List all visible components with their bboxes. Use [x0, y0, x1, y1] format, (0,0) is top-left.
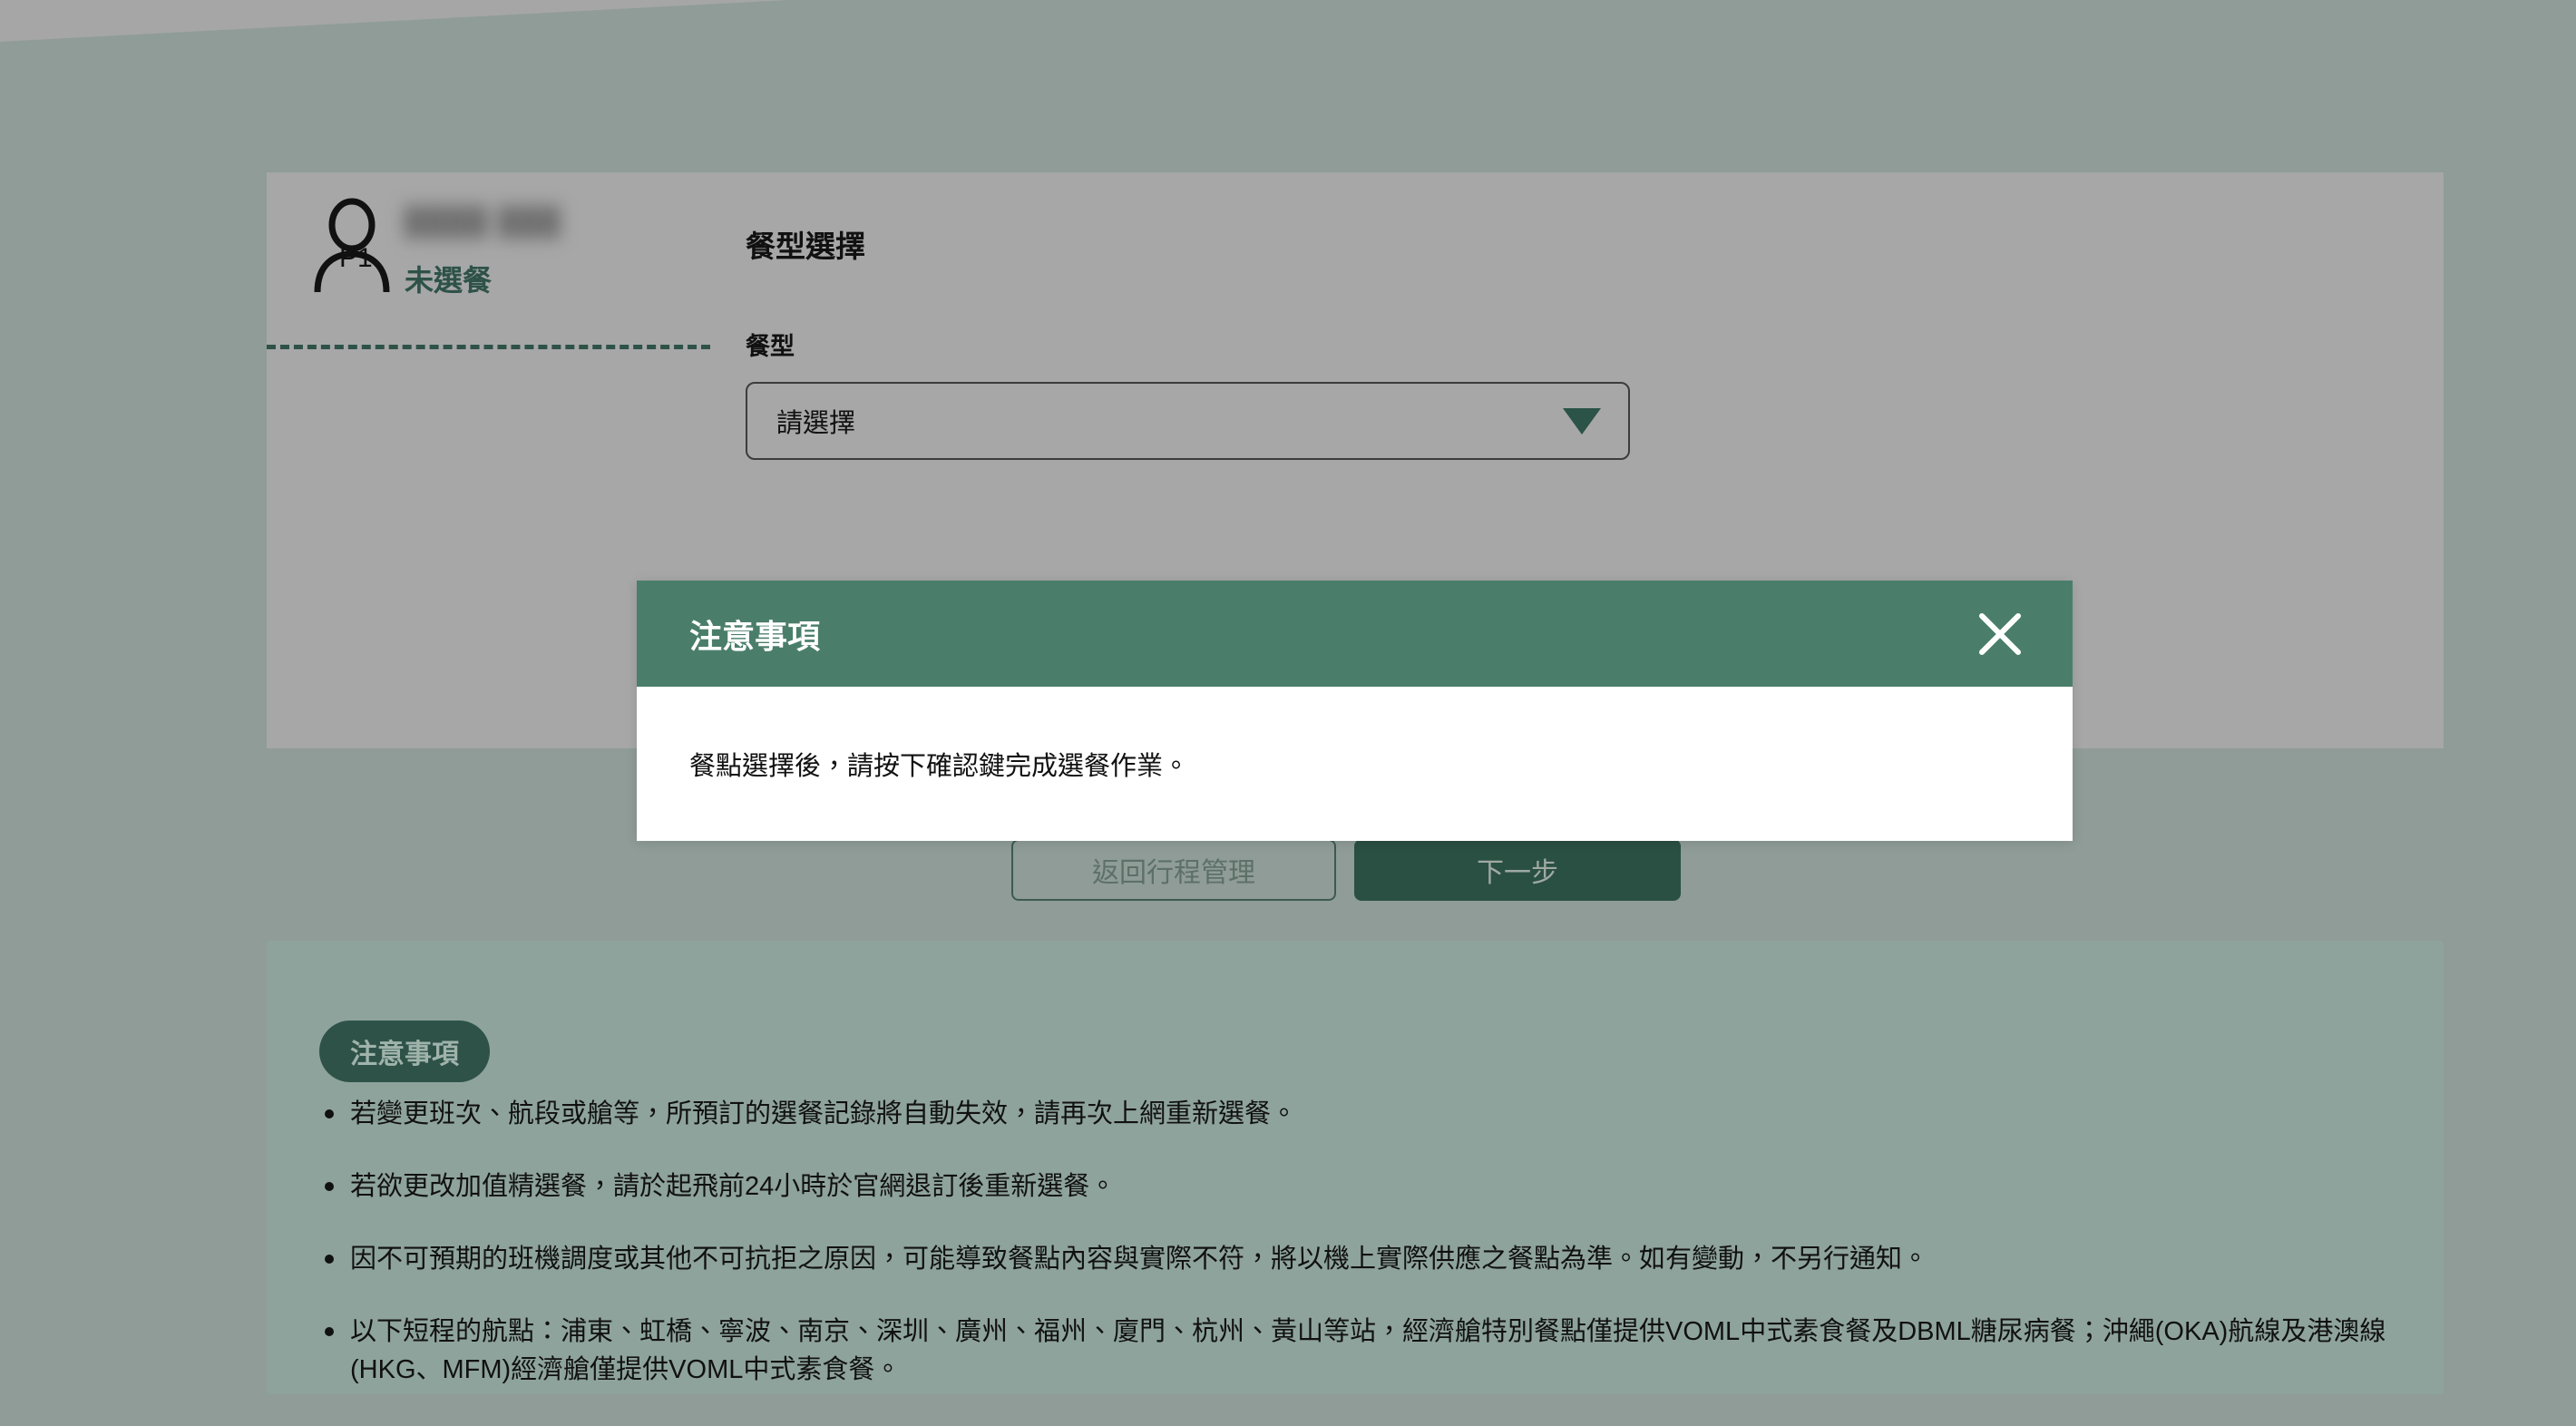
list-item: 若變更班次、航段或艙等，所預訂的選餐記錄將自動失效，請再次上網重新選餐。 [319, 1095, 2407, 1133]
notice-modal-header: 注意事項 [637, 581, 2073, 687]
next-step-button[interactable]: 下一步 [1354, 839, 1681, 901]
chevron-down-icon [1563, 407, 1601, 435]
passenger-avatar-icon: P1 [308, 198, 395, 298]
passenger-summary[interactable]: P1 ████ ███ 未選餐 [267, 172, 710, 340]
meal-type-select-value: 請選擇 [776, 409, 856, 438]
list-item: 因不可預期的班機調度或其他不可抗拒之原因，可能導致餐點內容與實際不符，將以機上實… [319, 1240, 2407, 1278]
notice-modal: 注意事項 餐點選擇後，請按下確認鍵完成選餐作業。 [637, 581, 2073, 841]
notices-panel: 注意事項 若變更班次、航段或艙等，所預訂的選餐記錄將自動失效，請再次上網重新選餐… [267, 941, 2444, 1394]
meal-type-section: 餐型選擇 餐型 請選擇 [746, 172, 2288, 460]
notice-modal-title: 注意事項 [689, 617, 821, 655]
passenger-name-masked: ████ ███ [405, 207, 562, 237]
back-to-trip-management-button[interactable]: 返回行程管理 [1011, 839, 1336, 901]
meal-type-label: 餐型 [746, 333, 795, 360]
close-icon[interactable] [1975, 609, 2025, 659]
page-title: 餐型選擇 [746, 230, 865, 263]
passenger-details: ████ ███ 未選餐 [405, 198, 586, 299]
form-actions: 返回行程管理 下一步 [1011, 839, 1681, 901]
list-item: 若欲更改加值精選餐，請於起飛前24小時於官網退訂後重新選餐。 [319, 1167, 2407, 1206]
notices-list: 若變更班次、航段或艙等，所預訂的選餐記錄將自動失效，請再次上網重新選餐。 若欲更… [319, 1095, 2407, 1423]
passenger-divider [267, 345, 710, 349]
notices-badge: 注意事項 [319, 1021, 490, 1082]
meal-type-select[interactable]: 請選擇 [746, 382, 1630, 460]
decorative-corner-wedge [0, 0, 789, 42]
notice-modal-body: 餐點選擇後，請按下確認鍵完成選餐作業。 [637, 687, 2073, 841]
passenger-meal-status: 未選餐 [405, 264, 493, 297]
notice-modal-text: 餐點選擇後，請按下確認鍵完成選餐作業。 [689, 752, 1190, 781]
passenger-code: P1 [339, 243, 373, 273]
list-item: 以下短程的航點：浦東、虹橋、寧波、南京、深圳、廣州、福州、廈門、杭州、黃山等站，… [319, 1313, 2407, 1389]
